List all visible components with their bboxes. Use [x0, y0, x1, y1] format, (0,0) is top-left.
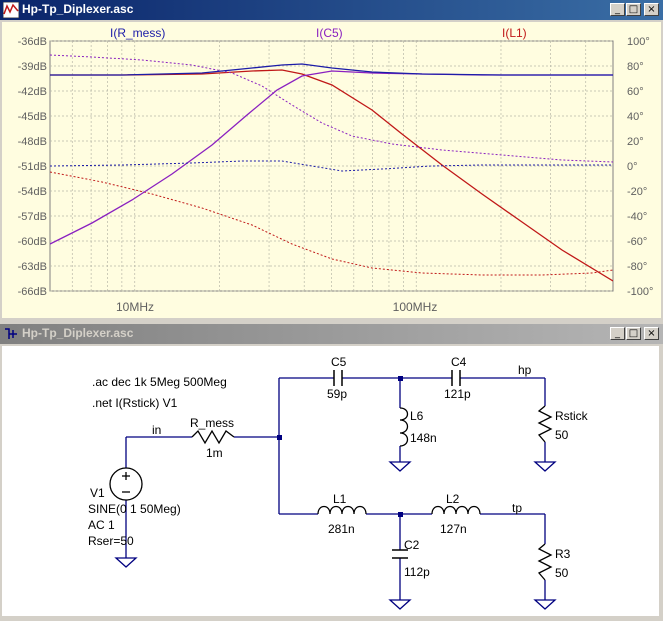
- trace-label-r-mess[interactable]: I(R_mess): [110, 26, 165, 40]
- net-label-tp[interactable]: tp: [512, 501, 522, 515]
- close-button[interactable]: ×: [644, 3, 659, 16]
- close-icon: ×: [647, 328, 656, 339]
- maximize-icon: □: [628, 4, 639, 15]
- net-label-in[interactable]: in: [152, 423, 161, 437]
- c5-value[interactable]: 59p: [327, 387, 347, 401]
- trace-label-l1[interactable]: I(L1): [502, 26, 527, 40]
- traces: [50, 54, 613, 282]
- rstick-value[interactable]: 50: [555, 428, 569, 442]
- right-axis-tick-label: -40°: [627, 211, 647, 223]
- left-axis-tick-label: -66dB: [18, 286, 47, 298]
- directive-ac[interactable]: .ac dec 1k 5Meg 500Meg: [92, 375, 227, 389]
- r3-value[interactable]: 50: [555, 566, 569, 580]
- x-label-10mhz: 10MHz: [116, 300, 154, 314]
- plot-area[interactable]: I(R_mess) I(C5) I(L1) -36dB -39dB -42dB -45…: [2, 22, 661, 318]
- schematic-icon: [5, 328, 17, 339]
- resistor-r3[interactable]: [537, 543, 553, 581]
- right-axis-tick-label: -60°: [627, 236, 647, 248]
- c2-value[interactable]: 112p: [404, 565, 430, 579]
- r-mess-name[interactable]: R_mess: [190, 416, 234, 430]
- schematic-window: Hp-Tp_Diplexer.asc _ □ × .ac dec 1k 5Meg…: [0, 324, 663, 618]
- trace-label-c5[interactable]: I(C5): [316, 26, 343, 40]
- maximize-button[interactable]: □: [626, 3, 641, 16]
- r-mess-value[interactable]: 1m: [206, 446, 223, 460]
- maximize-button[interactable]: □: [626, 327, 641, 340]
- waveform-icon: [3, 2, 19, 18]
- right-axis-tick-label: 0°: [627, 161, 638, 173]
- c2-name[interactable]: C2: [404, 538, 420, 552]
- inductor-l6[interactable]: [399, 407, 409, 447]
- plot-window-title: Hp-Tp_Diplexer.asc: [22, 2, 134, 16]
- ground-icon: [388, 461, 412, 472]
- schematic-window-titlebar[interactable]: Hp-Tp_Diplexer.asc _ □ ×: [0, 324, 663, 344]
- right-axis-tick-label: 40°: [627, 111, 644, 123]
- bode-plot[interactable]: I(R_mess) I(C5) I(L1) -36dB -39dB -42dB -45…: [2, 22, 661, 318]
- schematic-canvas[interactable]: .ac dec 1k 5Meg 500Meg .net I(Rstick) V1…: [2, 346, 659, 616]
- c4-name[interactable]: C4: [451, 355, 467, 369]
- ground-icon: [533, 461, 557, 472]
- left-axis: -36dB -39dB -42dB -45dB -48dB -51dB -54dB -57dB…: [18, 36, 47, 298]
- schematic-drawing[interactable]: .ac dec 1k 5Meg 500Meg .net I(Rstick) V1…: [2, 346, 659, 616]
- c5-name[interactable]: C5: [331, 355, 347, 369]
- left-axis-tick-label: -60dB: [18, 236, 47, 248]
- minimize-icon: _: [615, 328, 620, 339]
- l6-value[interactable]: 148n: [410, 431, 437, 445]
- right-axis-tick-label: 20°: [627, 136, 644, 148]
- minimize-button[interactable]: _: [610, 327, 625, 340]
- resistor-rstick[interactable]: [537, 405, 553, 443]
- x-label-100mhz: 100MHz: [393, 300, 438, 314]
- left-axis-tick-label: -54dB: [18, 186, 47, 198]
- ground-icon: [533, 599, 557, 610]
- voltage-source-v1[interactable]: [109, 467, 143, 501]
- right-axis-tick-label: 100°: [627, 36, 650, 48]
- v1-name[interactable]: V1: [90, 486, 105, 500]
- maximize-icon: □: [628, 328, 639, 339]
- capacitor-c4[interactable]: [451, 370, 461, 386]
- left-axis-tick-label: -36dB: [18, 36, 47, 48]
- wires: [125, 377, 546, 600]
- r3-name[interactable]: R3: [555, 547, 571, 561]
- resistor-r-mess[interactable]: [191, 429, 235, 445]
- plot-grid: [50, 40, 613, 292]
- left-axis-tick-label: -39dB: [18, 61, 47, 73]
- left-axis-tick-label: -48dB: [18, 136, 47, 148]
- l1-name[interactable]: L1: [333, 492, 347, 506]
- directive-net[interactable]: .net I(Rstick) V1: [92, 396, 178, 410]
- capacitor-c5[interactable]: [333, 370, 343, 386]
- net-label-hp[interactable]: hp: [518, 363, 532, 377]
- right-axis-tick-label: -80°: [627, 261, 647, 273]
- rstick-name[interactable]: Rstick: [555, 409, 589, 423]
- left-axis-tick-label: -45dB: [18, 111, 47, 123]
- left-axis-tick-label: -42dB: [18, 86, 47, 98]
- schematic-window-title: Hp-Tp_Diplexer.asc: [22, 326, 134, 340]
- right-axis-tick-label: 60°: [627, 86, 644, 98]
- ground-icon: [114, 557, 138, 568]
- right-axis: 100° 80° 60° 40° 20° 0° -20° -40° -60° -80° -100°: [627, 36, 653, 298]
- plot-window-titlebar[interactable]: Hp-Tp_Diplexer.asc _ □ ×: [0, 0, 663, 20]
- c4-value[interactable]: 121p: [444, 387, 471, 401]
- close-icon: ×: [647, 4, 656, 15]
- v1-value-sine[interactable]: SINE(0 1 50Meg): [88, 502, 181, 516]
- ground-icon: [388, 599, 412, 610]
- l2-value[interactable]: 127n: [440, 522, 467, 536]
- l2-name[interactable]: L2: [446, 492, 460, 506]
- inductor-l1[interactable]: [317, 505, 367, 515]
- v1-value-ac[interactable]: AC 1: [88, 518, 115, 532]
- right-axis-tick-label: -20°: [627, 186, 647, 198]
- left-axis-tick-label: -63dB: [18, 261, 47, 273]
- l1-value[interactable]: 281n: [328, 522, 355, 536]
- minimize-icon: _: [615, 4, 620, 15]
- trace-l1-phase[interactable]: [50, 171, 613, 276]
- v1-value-rser[interactable]: Rser=50: [88, 534, 134, 548]
- right-axis-tick-label: 80°: [627, 61, 644, 73]
- plot-window: Hp-Tp_Diplexer.asc _ □ × I(R_mess) I(C5)…: [0, 0, 663, 320]
- close-button[interactable]: ×: [644, 327, 659, 340]
- inductor-l2[interactable]: [431, 505, 481, 515]
- left-axis-tick-label: -51dB: [18, 161, 47, 173]
- right-axis-tick-label: -100°: [627, 286, 653, 298]
- minimize-button[interactable]: _: [610, 3, 625, 16]
- l6-name[interactable]: L6: [410, 409, 424, 423]
- left-axis-tick-label: -57dB: [18, 211, 47, 223]
